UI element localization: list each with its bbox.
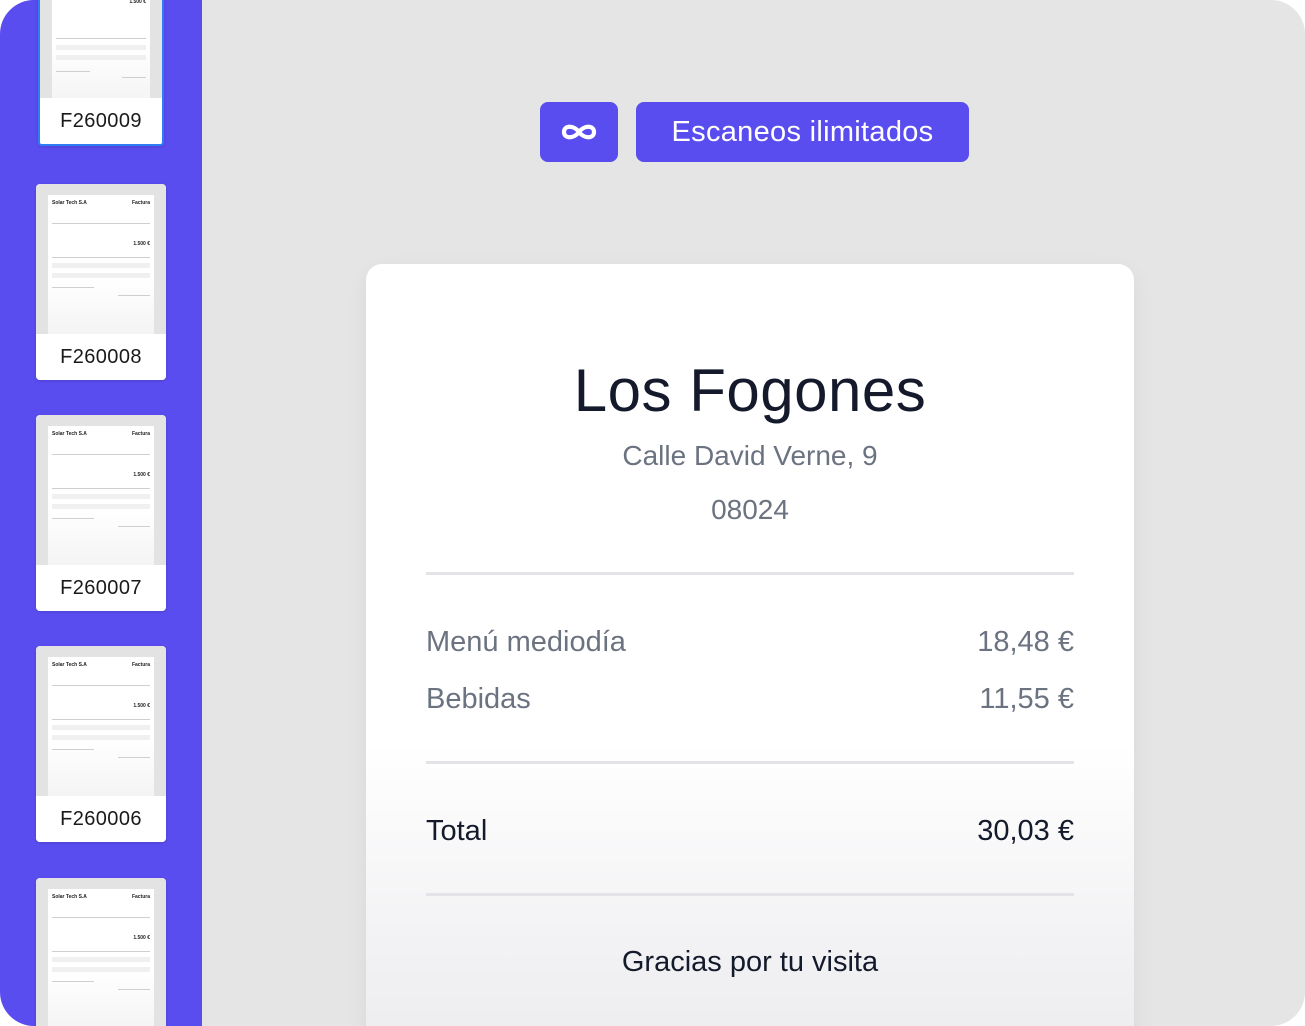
mini-invoice: Solar Tech S.A Factura 1.500 € <box>48 195 154 334</box>
line-item-label: Bebidas <box>426 683 531 715</box>
mini-invoice: Solar Tech S.A Factura 1.500 € <box>48 889 154 1026</box>
document-thumbnail[interactable]: Solar Tech S.A Factura 1.500 € <box>36 878 166 1026</box>
restaurant-name: Los Fogones <box>573 357 927 424</box>
document-thumbnail[interactable]: 1.500 € F260009 <box>38 0 164 146</box>
line-item: Bebidas 11,55 € <box>426 683 1074 716</box>
document-id: F260007 <box>36 565 166 611</box>
total-row: Total 30,03 € <box>426 815 1074 848</box>
line-item-amount: 11,55 € <box>979 683 1074 715</box>
total-amount: 30,03 € <box>977 815 1074 847</box>
unlimited-scans-button[interactable]: Escaneos ilimitados <box>636 102 969 162</box>
mini-invoice: 1.500 € <box>52 0 150 102</box>
thumbnail-preview: Solar Tech S.A Factura 1.500 € <box>36 878 166 1026</box>
thumbnail-preview: 1.500 € <box>40 0 162 102</box>
restaurant-address: Calle David Verne, 9 <box>622 440 878 471</box>
document-sidebar[interactable]: 1.500 € F260009 Solar Tech S.A Factura 1… <box>0 0 202 1026</box>
line-item-amount: 18,48 € <box>977 626 1074 658</box>
document-id: F260006 <box>36 796 166 842</box>
document-thumbnail[interactable]: Solar Tech S.A Factura 1.500 € F260006 <box>36 646 166 842</box>
mini-invoice: Solar Tech S.A Factura 1.500 € <box>48 426 154 565</box>
document-thumbnail[interactable]: Solar Tech S.A Factura 1.500 € F260007 <box>36 415 166 611</box>
total-label: Total <box>426 815 488 847</box>
unlimited-button[interactable] <box>540 102 618 162</box>
mini-invoice: Solar Tech S.A Factura 1.500 € <box>48 657 154 796</box>
document-id: F260008 <box>36 334 166 380</box>
divider <box>426 761 1074 764</box>
thumbnail-preview: Solar Tech S.A Factura 1.500 € <box>36 646 166 796</box>
thumbnail-preview: Solar Tech S.A Factura 1.500 € <box>36 415 166 565</box>
restaurant-zip: 08024 <box>711 494 789 525</box>
infinity-icon <box>561 124 597 140</box>
line-item-label: Menú mediodía <box>426 626 626 658</box>
receipt-card: Los Fogones Calle David Verne, 9 08024 M… <box>366 264 1134 1026</box>
document-thumbnail[interactable]: Solar Tech S.A Factura 1.500 € F260008 <box>36 184 166 380</box>
divider <box>426 893 1074 896</box>
app-frame: 1.500 € F260009 Solar Tech S.A Factura 1… <box>0 0 1305 1026</box>
thumbnail-preview: Solar Tech S.A Factura 1.500 € <box>36 184 166 334</box>
divider <box>426 572 1074 575</box>
document-id: F260009 <box>40 98 162 144</box>
line-item: Menú mediodía 18,48 € <box>426 626 1074 659</box>
main-panel: Escaneos ilimitados Los Fogones Calle Da… <box>202 0 1305 1026</box>
thank-you-message: Gracias por tu visita <box>621 946 879 978</box>
